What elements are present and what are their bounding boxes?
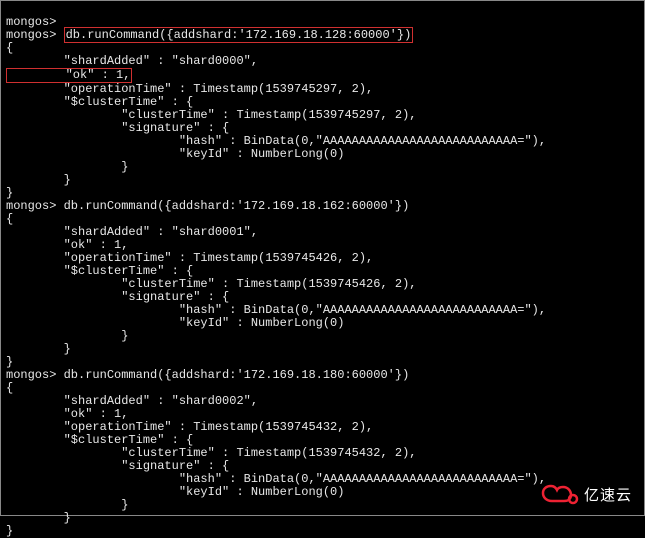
json-line: } [6, 498, 128, 512]
json-line: } [6, 329, 128, 343]
json-line: } [6, 342, 71, 356]
command-2: db.runCommand({addshard:'172.169.18.162:… [64, 199, 410, 213]
json-line: "clusterTime" : Timestamp(1539745432, 2)… [6, 446, 416, 460]
json-line: "shardAdded" : "shard0002", [6, 394, 258, 408]
json-line: "ok" : 1, [6, 407, 128, 421]
json-line: "operationTime" : Timestamp(1539745297, … [6, 82, 373, 96]
json-line: "keyId" : NumberLong(0) [6, 485, 344, 499]
json-line: } [6, 173, 71, 187]
json-line: "signature" : { [6, 290, 229, 304]
json-line: "operationTime" : Timestamp(1539745426, … [6, 251, 373, 265]
json-line: "shardAdded" : "shard0000", [6, 54, 258, 68]
json-line: "hash" : BinData(0,"AAAAAAAAAAAAAAAAAAAA… [6, 134, 546, 148]
json-line: "shardAdded" : "shard0001", [6, 225, 258, 239]
json-close: } [6, 186, 13, 200]
json-open: { [6, 212, 13, 226]
prompt: mongos> [6, 199, 64, 213]
json-close: } [6, 524, 13, 538]
prompt-line: mongos> [6, 15, 56, 29]
json-open: { [6, 381, 13, 395]
json-line: "clusterTime" : Timestamp(1539745426, 2)… [6, 277, 416, 291]
json-line: "clusterTime" : Timestamp(1539745297, 2)… [6, 108, 416, 122]
json-open: { [6, 41, 13, 55]
watermark-text: 亿速云 [584, 489, 632, 502]
json-line: "keyId" : NumberLong(0) [6, 316, 344, 330]
prompt: mongos> [6, 368, 64, 382]
terminal-output: mongos> mongos> db.runCommand({addshard:… [6, 3, 639, 538]
json-line: "$clusterTime" : { [6, 433, 193, 447]
json-line: "hash" : BinData(0,"AAAAAAAAAAAAAAAAAAAA… [6, 303, 546, 317]
json-line: "hash" : BinData(0,"AAAAAAAAAAAAAAAAAAAA… [6, 472, 546, 486]
watermark: 亿速云 [540, 483, 632, 507]
json-line: "operationTime" : Timestamp(1539745432, … [6, 420, 373, 434]
json-close: } [6, 355, 13, 369]
prompt: mongos> [6, 28, 64, 42]
highlighted-ok-1: "ok" : 1, [6, 68, 132, 83]
json-line: "$clusterTime" : { [6, 95, 193, 109]
json-line: } [6, 160, 128, 174]
command-3: db.runCommand({addshard:'172.169.18.180:… [64, 368, 410, 382]
json-line: "$clusterTime" : { [6, 264, 193, 278]
logo-icon [540, 483, 580, 507]
json-line: "signature" : { [6, 459, 229, 473]
json-line: } [6, 511, 71, 525]
json-line: "ok" : 1, [6, 238, 128, 252]
json-line: "keyId" : NumberLong(0) [6, 147, 344, 161]
highlighted-command-1: db.runCommand({addshard:'172.169.18.128:… [64, 27, 414, 43]
json-line: "signature" : { [6, 121, 229, 135]
